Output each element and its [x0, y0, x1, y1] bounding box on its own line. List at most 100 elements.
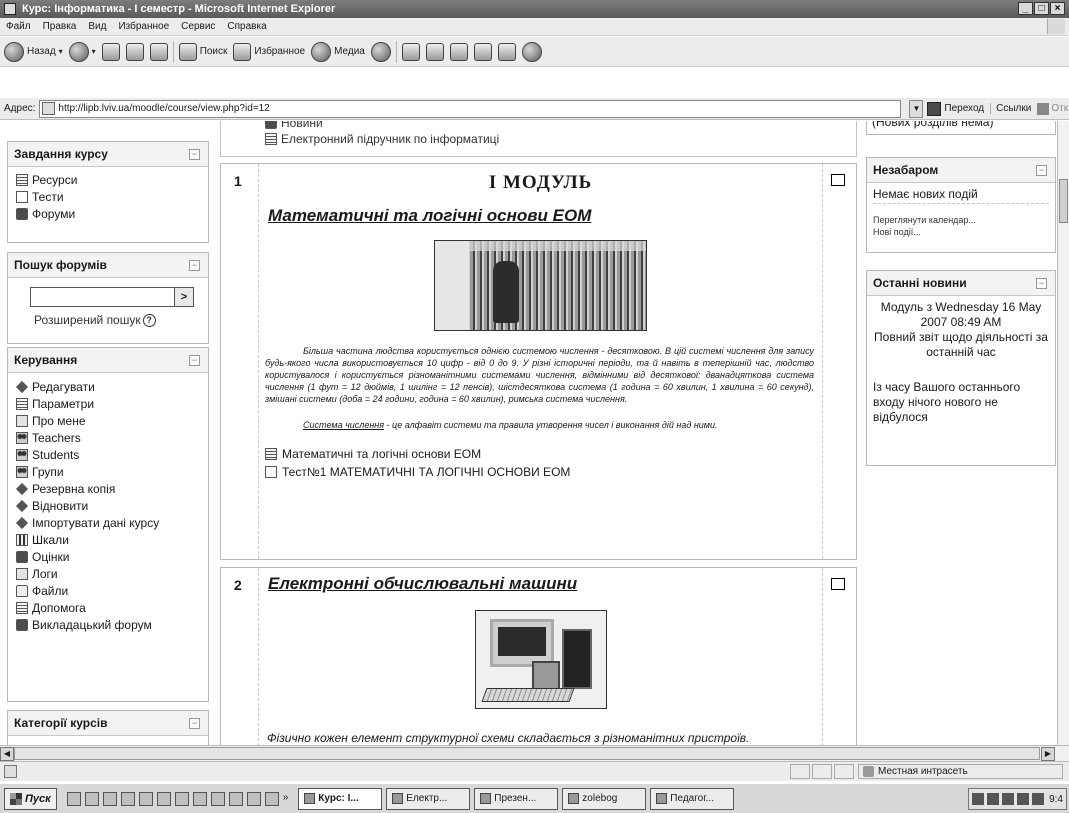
menu-view[interactable]: Вид: [88, 18, 106, 35]
sidebar-item-forums[interactable]: Форуми: [16, 205, 208, 222]
task-course[interactable]: Курс: І...: [298, 787, 383, 810]
scrollbar-thumb[interactable]: [14, 747, 1040, 760]
collapse-icon[interactable]: −: [189, 149, 200, 160]
sidebar-item-help[interactable]: Допомога: [16, 599, 208, 616]
show-only-section-icon[interactable]: [831, 578, 845, 590]
calculator-icon[interactable]: [192, 791, 207, 806]
forum-search-go-button[interactable]: >: [174, 287, 194, 307]
stop-icon[interactable]: [101, 42, 120, 61]
refresh-icon[interactable]: [125, 42, 144, 61]
folder-icon[interactable]: [156, 791, 171, 806]
forward-dropdown-icon[interactable]: ▾: [92, 47, 96, 56]
sidebar-item-students[interactable]: Students: [16, 446, 208, 463]
sidebar-item-edit[interactable]: Редагувати: [16, 378, 208, 395]
home-icon[interactable]: [149, 42, 168, 61]
activity-report-link[interactable]: Повний звіт щодо діяльності за останній …: [873, 330, 1049, 360]
ie-app-icon[interactable]: [4, 3, 16, 15]
start-button[interactable]: Пуск: [4, 787, 57, 810]
print-icon[interactable]: [425, 42, 444, 61]
calendar-link[interactable]: Переглянути календар...: [873, 214, 1049, 226]
media-player-icon[interactable]: [174, 791, 189, 806]
messenger-icon[interactable]: [521, 41, 542, 62]
advanced-search-link[interactable]: Розширений пошук ?: [8, 307, 208, 327]
scrollbar-thumb[interactable]: [1059, 179, 1068, 223]
forward-button[interactable]: ▾: [68, 41, 96, 62]
menu-edit[interactable]: Правка: [43, 18, 77, 35]
menu-file[interactable]: Файл: [6, 18, 31, 35]
sidebar-item-resources[interactable]: Ресурси: [16, 171, 208, 188]
task-pedagog[interactable]: Педагог...: [650, 787, 735, 810]
links-overflow[interactable]: Отк: [1037, 102, 1068, 115]
settings-icon[interactable]: [228, 791, 243, 806]
sidebar-item-tests[interactable]: Тести: [16, 188, 208, 205]
show-only-section-icon[interactable]: [831, 174, 845, 186]
collapse-icon[interactable]: −: [189, 718, 200, 729]
scroll-left-icon[interactable]: ◀: [0, 747, 14, 761]
music-icon[interactable]: [264, 791, 279, 806]
mail-icon[interactable]: [401, 42, 420, 61]
clock[interactable]: 9:4: [1049, 794, 1063, 805]
history-icon[interactable]: [370, 41, 391, 62]
sidebar-item-teacher-forum[interactable]: Викладацький форум: [16, 616, 208, 633]
network-icon[interactable]: [210, 791, 225, 806]
collapse-icon[interactable]: −: [189, 260, 200, 271]
edit-page-icon[interactable]: [449, 42, 468, 61]
tray-volume-icon[interactable]: [1002, 793, 1015, 805]
task-folder[interactable]: zolebog: [562, 787, 647, 810]
menu-help[interactable]: Справка: [227, 18, 266, 35]
paint-icon[interactable]: [246, 791, 261, 806]
word-icon[interactable]: [66, 791, 81, 806]
sidebar-item-restore[interactable]: Відновити: [16, 497, 208, 514]
collapse-icon[interactable]: −: [189, 355, 200, 366]
mail-icon[interactable]: [120, 791, 135, 806]
close-button[interactable]: ×: [1050, 2, 1065, 15]
vertical-scrollbar[interactable]: [1057, 121, 1069, 745]
security-zone[interactable]: Местная интрасеть: [858, 764, 1063, 779]
collapse-icon[interactable]: −: [1036, 165, 1047, 176]
news-forum-link[interactable]: Новини: [265, 121, 323, 130]
quiz-link[interactable]: Тест№1 МАТЕМАТИЧНІ ТА ЛОГІЧНІ ОСНОВИ ЕОМ: [265, 463, 816, 481]
collapse-icon[interactable]: −: [1036, 278, 1047, 289]
address-dropdown-icon[interactable]: ▼: [909, 99, 924, 118]
tray-app-icon[interactable]: [1032, 793, 1045, 805]
task-electronic[interactable]: Електр...: [386, 787, 471, 810]
task-presentation[interactable]: Презен...: [474, 787, 559, 810]
horizontal-scrollbar[interactable]: ◀ ▶: [0, 745, 1069, 761]
links-button[interactable]: Ссылки: [990, 103, 1031, 114]
scroll-right-icon[interactable]: ▶: [1041, 747, 1055, 761]
menu-favorites[interactable]: Избранное: [118, 18, 169, 35]
minimize-button[interactable]: _: [1018, 2, 1033, 15]
sidebar-item-logs[interactable]: Логи: [16, 565, 208, 582]
go-button[interactable]: Переход: [927, 101, 984, 116]
textbook-link[interactable]: Електронний підручник по інформатиці: [265, 132, 499, 146]
address-input[interactable]: http://lipb.lviv.ua/moodle/course/view.p…: [39, 99, 902, 118]
sidebar-item-import[interactable]: Імпортувати дані курсу: [16, 514, 208, 531]
sidebar-item-teachers[interactable]: Teachers: [16, 429, 208, 446]
help-icon[interactable]: ?: [142, 313, 156, 327]
discuss-icon[interactable]: [473, 42, 492, 61]
sidebar-item-profile[interactable]: Про мене: [16, 412, 208, 429]
search-button[interactable]: Поиск: [178, 42, 227, 61]
maximize-button[interactable]: □: [1034, 2, 1049, 15]
explorer-icon[interactable]: [102, 791, 117, 806]
new-event-link[interactable]: Нові події...: [873, 226, 1049, 238]
favorites-button[interactable]: Избранное: [233, 42, 305, 61]
tray-antivirus-icon[interactable]: [1017, 793, 1030, 805]
sidebar-item-backup[interactable]: Резервна копія: [16, 480, 208, 497]
menu-tools[interactable]: Сервис: [181, 18, 215, 35]
back-button[interactable]: Назад ▾: [4, 41, 63, 62]
forum-search-input[interactable]: [30, 287, 176, 307]
resource-link[interactable]: Математичні та логічні основи ЕОМ: [265, 445, 816, 463]
sidebar-item-settings[interactable]: Параметри: [16, 395, 208, 412]
research-icon[interactable]: [497, 42, 516, 61]
media-button[interactable]: Медиа: [311, 41, 365, 62]
quick-launch-more[interactable]: »: [283, 792, 289, 806]
tray-language-icon[interactable]: [987, 793, 1000, 805]
tray-network-icon[interactable]: [972, 793, 985, 805]
sidebar-item-groups[interactable]: Групи: [16, 463, 208, 480]
sidebar-item-scales[interactable]: Шкали: [16, 531, 208, 548]
desktop-icon[interactable]: [84, 791, 99, 806]
back-dropdown-icon[interactable]: ▾: [59, 47, 63, 56]
sidebar-item-files[interactable]: Файли: [16, 582, 208, 599]
ie-icon[interactable]: [138, 791, 153, 806]
